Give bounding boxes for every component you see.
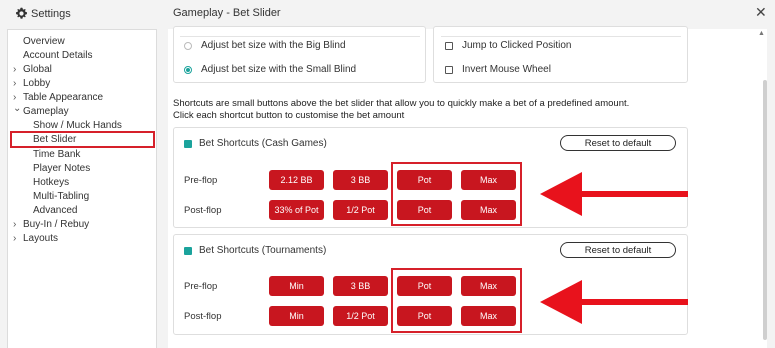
small-blind-option[interactable]: Adjust bet size with the Small Blind xyxy=(184,64,356,75)
small-blind-label: Adjust bet size with the Small Blind xyxy=(201,64,357,75)
cash-postflop-shortcut-2[interactable]: 1/2 Pot xyxy=(333,200,388,220)
sidebar-item-multi-tabling[interactable]: Multi-Tabling xyxy=(33,191,89,203)
cash-shortcuts-title: Bet Shortcuts (Cash Games) xyxy=(199,138,327,149)
sidebar-item-player-notes[interactable]: Player Notes xyxy=(33,163,90,175)
tournament-postflop-label: Post-flop xyxy=(184,311,222,322)
arrow-left-icon xyxy=(540,280,688,324)
sidebar-item-label: Account Details xyxy=(23,50,93,61)
sidebar-item-hotkeys[interactable]: Hotkeys xyxy=(33,177,69,189)
highlight-box-tournaments xyxy=(391,268,522,333)
scroll-thumb[interactable] xyxy=(763,80,767,340)
cash-reset-button[interactable]: Reset to default xyxy=(560,135,676,151)
sidebar-item-label: Advanced xyxy=(33,205,78,216)
invert-mouse-wheel-option[interactable]: Invert Mouse Wheel xyxy=(445,64,551,75)
tournament-reset-button[interactable]: Reset to default xyxy=(560,242,676,258)
highlight-box-cash xyxy=(391,162,522,226)
sidebar-item-account-details[interactable]: Account Details xyxy=(23,50,92,62)
sidebar-item-overview[interactable]: Overview xyxy=(23,36,65,48)
tournament-shortcuts-checkbox[interactable] xyxy=(184,246,192,255)
sidebar-item-label: Global xyxy=(23,64,52,75)
gear-icon xyxy=(15,7,28,19)
invert-checkbox[interactable] xyxy=(445,65,453,74)
invert-label: Invert Mouse Wheel xyxy=(462,64,551,75)
sidebar-item-label: Show / Muck Hands xyxy=(33,120,122,131)
sidebar-item-label: Multi-Tabling xyxy=(33,191,90,202)
sidebar-item-label: Bet Slider xyxy=(33,134,77,145)
divider xyxy=(180,36,420,37)
big-blind-label: Adjust bet size with the Big Blind xyxy=(201,40,346,51)
sidebar-item-layouts[interactable]: › Layouts xyxy=(13,233,59,245)
cash-preflop-label: Pre-flop xyxy=(184,175,218,186)
tournament-preflop-shortcut-2[interactable]: 3 BB xyxy=(333,276,388,296)
app-title: Settings xyxy=(15,7,71,20)
chevron-right-icon: › xyxy=(13,78,17,89)
big-blind-radio[interactable] xyxy=(184,41,192,50)
sidebar-item-label: Player Notes xyxy=(33,163,91,174)
chevron-right-icon: › xyxy=(13,64,17,75)
jump-to-clicked-option[interactable]: Jump to Clicked Position xyxy=(445,40,572,51)
small-blind-radio[interactable] xyxy=(184,65,192,74)
page-title: Gameplay - Bet Slider xyxy=(173,7,281,19)
title-bar: Settings Gameplay - Bet Slider ✕ xyxy=(0,0,775,28)
cash-preflop-shortcut-2[interactable]: 3 BB xyxy=(333,170,388,190)
shortcuts-description: Shortcuts are small buttons above the be… xyxy=(173,98,630,109)
sidebar-item-label: Table Appearance xyxy=(23,92,104,103)
cash-postflop-label: Post-flop xyxy=(184,205,222,216)
sidebar-item-label: Lobby xyxy=(23,78,51,89)
sidebar-item-label: Time Bank xyxy=(33,149,81,160)
sidebar-item-label: Gameplay xyxy=(23,106,69,117)
sidebar-item-label: Layouts xyxy=(23,233,59,244)
sidebar-item-global[interactable]: › Global xyxy=(13,64,52,76)
chevron-right-icon: › xyxy=(13,219,17,230)
sidebar-item-lobby[interactable]: › Lobby xyxy=(13,78,51,90)
sidebar-item-table-appearance[interactable]: › Table Appearance xyxy=(13,92,104,104)
close-icon[interactable]: ✕ xyxy=(755,4,767,21)
sidebar-item-gameplay[interactable]: ⌄ Gameplay xyxy=(13,103,69,118)
tournament-postflop-shortcut-2[interactable]: 1/2 Pot xyxy=(333,306,388,326)
chevron-down-icon: ⌄ xyxy=(13,103,22,114)
sidebar-item-time-bank[interactable]: Time Bank xyxy=(33,149,80,161)
sidebar-item-label: Buy-In / Rebuy xyxy=(23,219,90,230)
sidebar-item-bet-slider[interactable]: Bet Slider xyxy=(10,131,155,148)
tournament-shortcuts-title: Bet Shortcuts (Tournaments) xyxy=(199,245,327,256)
tournament-shortcuts-toggle[interactable]: Bet Shortcuts (Tournaments) xyxy=(184,245,326,256)
cash-shortcuts-toggle[interactable]: Bet Shortcuts (Cash Games) xyxy=(184,138,327,149)
arrow-left-icon xyxy=(540,172,688,216)
chevron-right-icon: › xyxy=(13,233,17,244)
divider xyxy=(441,36,681,37)
shortcuts-instruction: Click each shortcut button to customise … xyxy=(173,110,405,121)
tournament-preflop-label: Pre-flop xyxy=(184,281,218,292)
sidebar-item-advanced[interactable]: Advanced xyxy=(33,205,77,217)
jump-checkbox[interactable] xyxy=(445,41,453,50)
tournament-postflop-shortcut-1[interactable]: Min xyxy=(269,306,324,326)
sidebar-item-label: Hotkeys xyxy=(33,177,70,188)
cash-shortcuts-checkbox[interactable] xyxy=(184,139,192,148)
big-blind-option[interactable]: Adjust bet size with the Big Blind xyxy=(184,40,346,51)
tournament-preflop-shortcut-1[interactable]: Min xyxy=(269,276,324,296)
cash-postflop-shortcut-1[interactable]: 33% of Pot xyxy=(269,200,324,220)
sidebar-item-label: Overview xyxy=(23,36,65,47)
sidebar-item-buy-in-rebuy[interactable]: › Buy-In / Rebuy xyxy=(13,219,90,231)
jump-label: Jump to Clicked Position xyxy=(462,40,572,51)
scrollbar[interactable] xyxy=(762,30,767,348)
app-title-text: Settings xyxy=(31,7,71,20)
cash-preflop-shortcut-1[interactable]: 2.12 BB xyxy=(269,170,324,190)
settings-sidebar xyxy=(7,29,157,348)
